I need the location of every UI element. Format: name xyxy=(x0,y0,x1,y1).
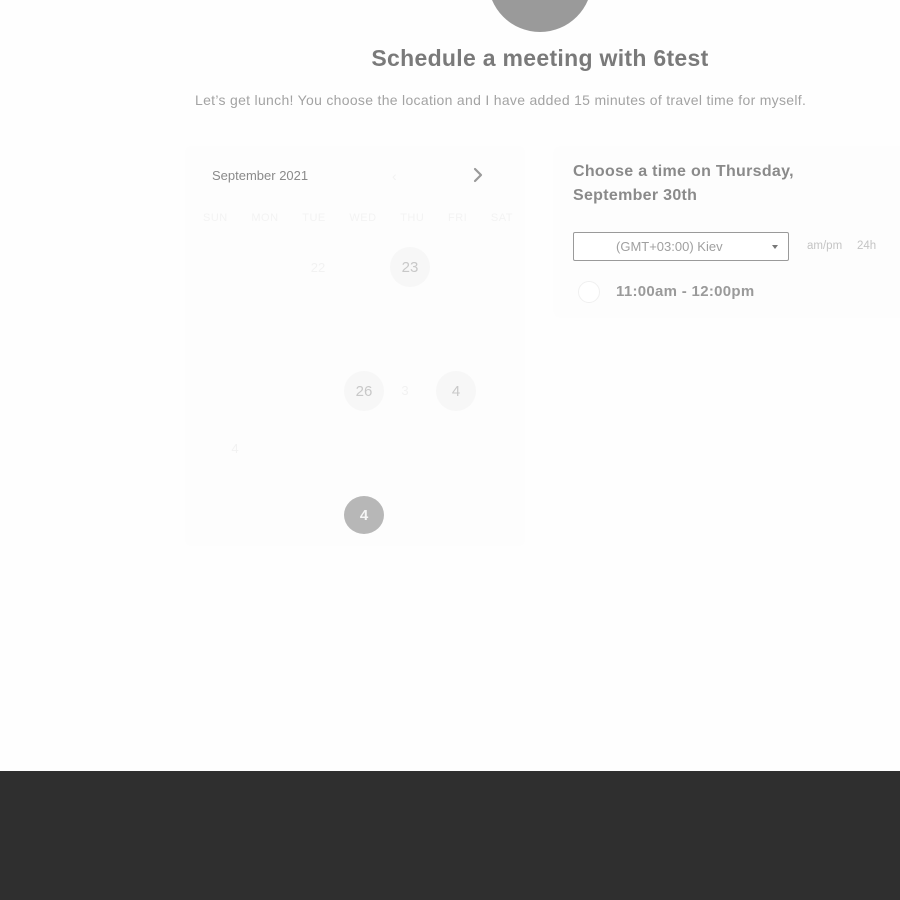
weekday-label: FRI xyxy=(447,212,468,224)
date-picker-calendar: September 2021 ‹ SUN MON TUE WED THU FRI… xyxy=(185,146,525,546)
weekday-label: TUE xyxy=(302,212,326,224)
format-24h-toggle[interactable]: 24h xyxy=(857,240,876,252)
time-slot-label[interactable]: 11:00am - 12:00pm xyxy=(616,283,755,300)
weekday-header: SUN MON TUE WED THU FRI SAT xyxy=(203,212,513,224)
calendar-day: 22 xyxy=(310,259,326,275)
calendar-day-selected[interactable]: 4 xyxy=(344,496,384,534)
chevron-left-icon[interactable]: ‹ xyxy=(392,168,397,184)
calendar-day-available[interactable]: 4 xyxy=(436,371,476,411)
host-avatar xyxy=(488,0,592,32)
calendar-day: 4 xyxy=(231,440,239,456)
scheduling-page: Schedule a meeting with 6test Let’s get … xyxy=(0,0,900,900)
calendar-day-available[interactable]: 26 xyxy=(344,371,384,411)
calendar-day: 3 xyxy=(401,382,409,398)
time-selection-panel: Choose a time on Thursday, September 30t… xyxy=(553,146,900,318)
time-slot-radio[interactable] xyxy=(578,281,600,303)
chevron-right-icon[interactable] xyxy=(469,164,487,186)
calendar-month-label: September 2021 xyxy=(212,168,309,183)
format-ampm-toggle[interactable]: am/pm xyxy=(807,240,842,252)
weekday-label: WED xyxy=(349,212,377,224)
caret-down-icon xyxy=(772,245,778,249)
timezone-value: (GMT+03:00) Kiev xyxy=(616,239,723,254)
time-panel-heading: Choose a time on Thursday, September 30t… xyxy=(573,163,794,204)
page-title: Schedule a meeting with 6test xyxy=(371,45,709,71)
weekday-label: MON xyxy=(251,212,279,224)
timezone-select[interactable]: (GMT+03:00) Kiev xyxy=(573,232,789,261)
page-subtitle: Let’s get lunch! You choose the location… xyxy=(195,92,807,108)
weekday-label: SUN xyxy=(203,212,228,224)
weekday-label: SAT xyxy=(490,212,513,224)
main-content: Schedule a meeting with 6test Let’s get … xyxy=(0,0,900,771)
calendar-day-available[interactable]: 23 xyxy=(390,247,430,287)
weekday-label: THU xyxy=(400,212,425,224)
page-footer xyxy=(0,771,900,900)
